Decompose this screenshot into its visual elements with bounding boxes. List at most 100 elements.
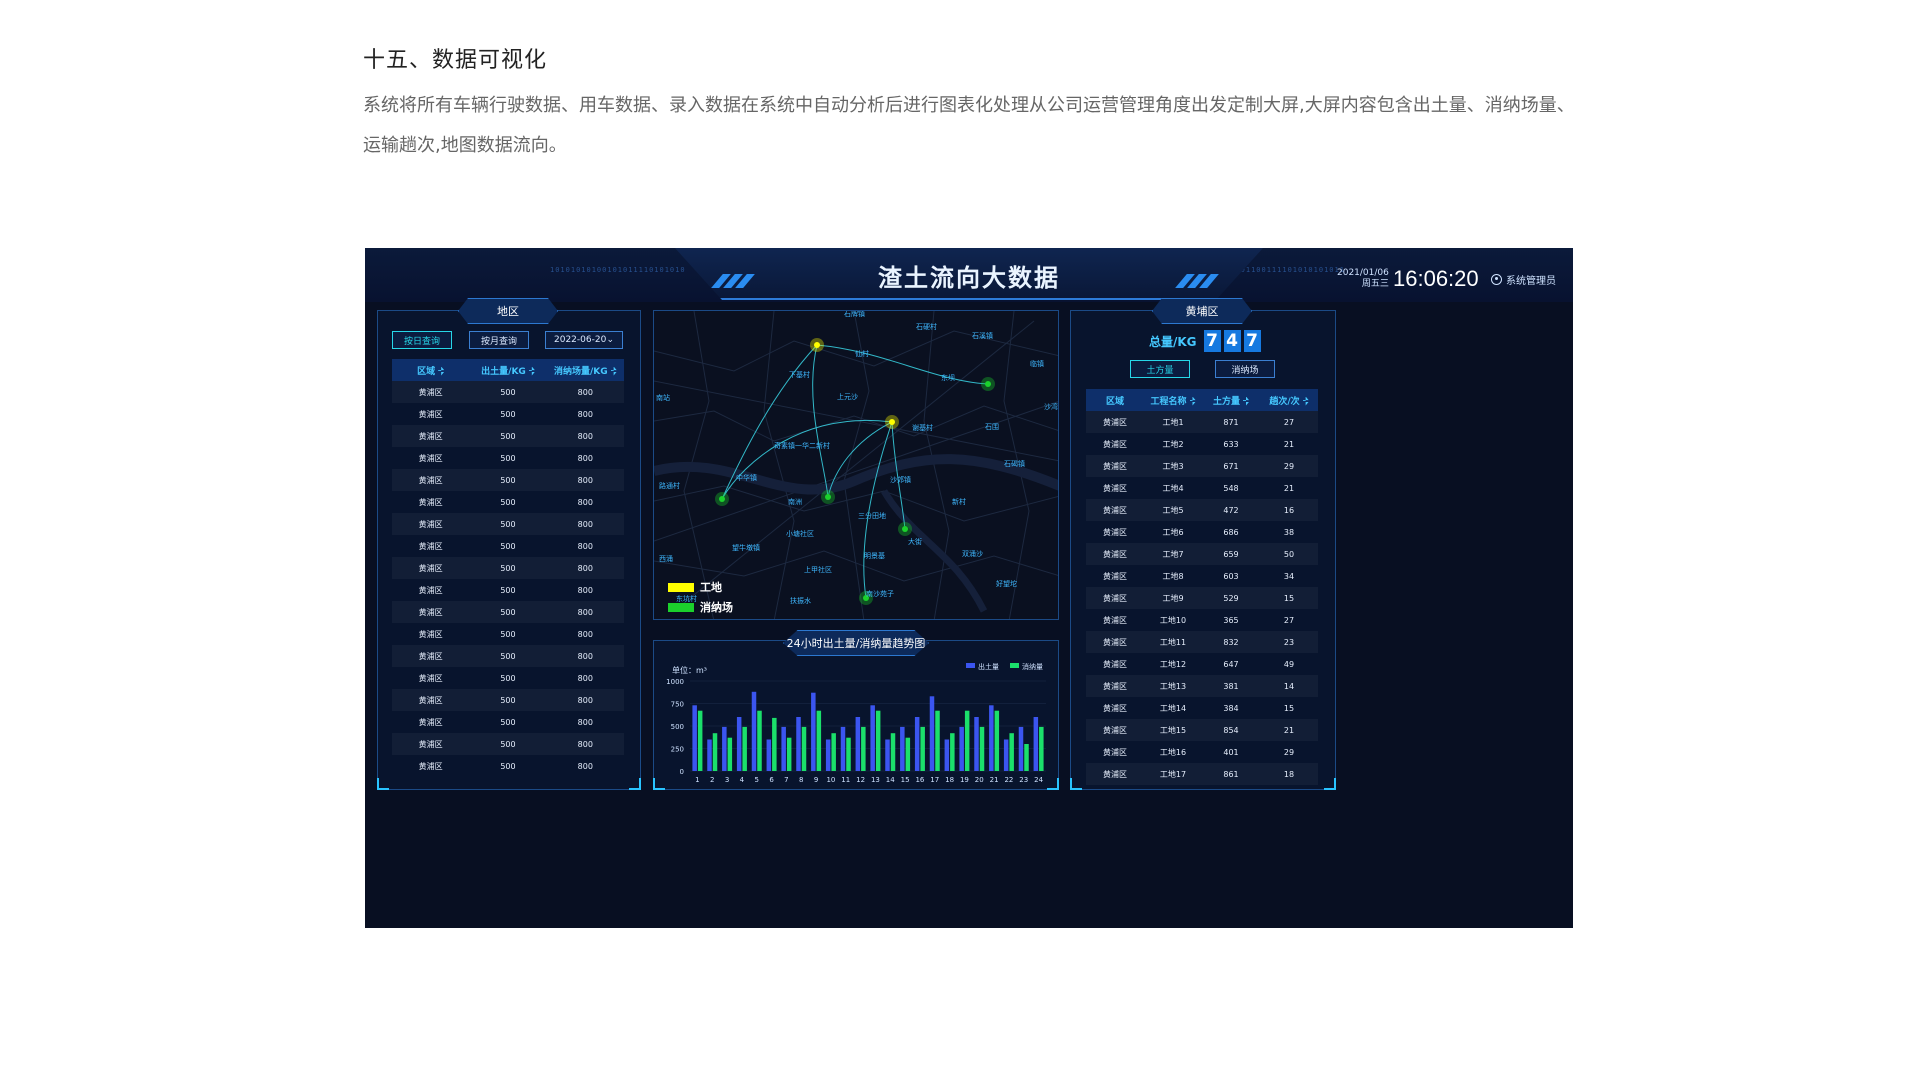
dump-marker[interactable] (719, 496, 725, 502)
total-digit: 7 (1203, 330, 1221, 352)
x-tick-label: 2 (710, 776, 714, 784)
table-row[interactable]: 黄浦区 工地9 529 15 (1086, 587, 1318, 609)
table-row[interactable]: 黄浦区 工地4 548 21 (1086, 477, 1318, 499)
table-row[interactable]: 黄浦区 500 800 (392, 513, 624, 535)
flow-map[interactable]: 石牌镇石硬村石溪镇仙村下基村上元沙 东坝 临镇南站沙湾镇谢基村 石围奇素镇一华二新村石… (653, 310, 1059, 620)
disposal-bar (994, 710, 1000, 771)
table-cell: 800 (577, 585, 593, 595)
x-tick-label: 24 (1034, 776, 1043, 784)
site-marker[interactable] (814, 342, 820, 348)
table-row[interactable]: 黄浦区 工地11 832 23 (1086, 631, 1318, 653)
table-row[interactable]: 黄浦区 500 800 (392, 557, 624, 579)
trend-chart[interactable]: 单位：m³025050075010001 2 3 4 5 6 7 8 9 10 11 12 13 14 15… (654, 641, 1060, 791)
table-cell: 18 (1283, 769, 1295, 779)
project-column-header[interactable]: 土方量 (1202, 394, 1260, 407)
table-row[interactable]: 黄浦区 500 800 (392, 601, 624, 623)
table-row[interactable]: 黄浦区 工地1 871 27 (1086, 411, 1318, 433)
table-row[interactable]: 黄浦区 500 800 (392, 623, 624, 645)
table-cell: 871 (1223, 417, 1239, 427)
excavation-bar (751, 691, 757, 771)
table-row[interactable]: 黄浦区 500 800 (392, 733, 624, 755)
table-row[interactable]: 黄浦区 500 800 (392, 447, 624, 469)
site-marker[interactable] (889, 419, 895, 425)
date-picker[interactable]: 2022-06-20 ⌄ (545, 331, 623, 349)
table-row[interactable]: 黄浦区 500 800 (392, 381, 624, 403)
table-cell: 黄浦区 (418, 475, 443, 485)
sort-icon[interactable] (528, 366, 535, 376)
table-row[interactable]: 黄浦区 500 800 (392, 469, 624, 491)
table-row[interactable]: 黄浦区 工地8 603 34 (1086, 565, 1318, 587)
sort-icon[interactable] (1302, 396, 1309, 406)
legend-swatch (966, 663, 975, 668)
sort-icon[interactable] (610, 366, 617, 376)
place-label: 小塘社区 (786, 530, 814, 538)
table-row[interactable]: 黄浦区 工地3 671 29 (1086, 455, 1318, 477)
dump-marker[interactable] (902, 526, 908, 532)
sort-icon[interactable] (1189, 396, 1196, 406)
table-cell: 800 (577, 607, 593, 617)
disposal-bar (1009, 733, 1014, 771)
query-by-month-button[interactable]: 按月查询 (469, 331, 529, 349)
table-row[interactable]: 黄浦区 500 800 (392, 403, 624, 425)
user-menu[interactable]: 系统管理员 (1491, 272, 1556, 287)
x-tick-label: 15 (901, 776, 910, 784)
table-cell: 黄浦区 (418, 695, 443, 705)
table-row[interactable]: 黄浦区 工地5 472 16 (1086, 499, 1318, 521)
table-row[interactable]: 黄浦区 工地16 401 29 (1086, 741, 1318, 763)
query-by-day-button[interactable]: 按日查询 (392, 331, 452, 349)
sort-icon[interactable] (1243, 396, 1249, 406)
table-cell: 686 (1223, 527, 1239, 537)
x-tick-label: 11 (841, 776, 850, 784)
project-column-header[interactable]: 趟次/次 (1260, 394, 1318, 407)
dump-site-button[interactable]: 消纳场 (1215, 360, 1275, 378)
table-row[interactable]: 黄浦区 工地17 861 18 (1086, 763, 1318, 785)
column-header-label: 趟次/次 (1269, 396, 1300, 407)
table-cell: 27 (1283, 417, 1295, 427)
place-label: 南沙苑子 (866, 590, 894, 598)
table-cell: 548 (1223, 483, 1239, 493)
table-row[interactable]: 黄浦区 工地14 384 15 (1086, 697, 1318, 719)
table-row[interactable]: 黄浦区 500 800 (392, 645, 624, 667)
table-row[interactable]: 黄浦区 工地13 381 14 (1086, 675, 1318, 697)
legend-label: 出土量 (978, 662, 999, 671)
table-cell: 14 (1283, 681, 1295, 691)
table-cell: 854 (1223, 725, 1239, 735)
table-row[interactable]: 黄浦区 工地6 686 38 (1086, 521, 1318, 543)
table-row[interactable]: 黄浦区 500 800 (392, 755, 624, 777)
earth-volume-button[interactable]: 土方量 (1130, 360, 1190, 378)
table-row[interactable]: 黄浦区 工地15 854 21 (1086, 719, 1318, 741)
table-row[interactable]: 黄浦区 500 800 (392, 491, 624, 513)
table-row[interactable]: 黄浦区 500 800 (392, 667, 624, 689)
table-cell: 黄浦区 (1103, 505, 1127, 515)
x-tick-label: 18 (945, 776, 954, 784)
table-cell: 黄浦区 (418, 651, 443, 661)
table-cell: 34 (1283, 571, 1295, 581)
column-header-label: 区域 (417, 366, 436, 377)
project-column-header[interactable]: 工程名称 (1144, 394, 1202, 407)
region-column-header[interactable]: 区域 (392, 364, 469, 377)
table-cell: 工地1 (1162, 417, 1184, 427)
table-row[interactable]: 黄浦区 工地7 659 50 (1086, 543, 1318, 565)
table-row[interactable]: 黄浦区 500 800 (392, 425, 624, 447)
table-row[interactable]: 黄浦区 500 800 (392, 711, 624, 733)
unit-label: 单位：m³ (672, 665, 707, 675)
table-row[interactable]: 黄浦区 工地12 647 49 (1086, 653, 1318, 675)
table-cell: 401 (1223, 747, 1239, 757)
sort-icon[interactable] (438, 366, 445, 376)
table-cell: 800 (577, 563, 593, 573)
dump-marker[interactable] (825, 494, 831, 500)
table-cell: 500 (500, 563, 516, 573)
table-row[interactable]: 黄浦区 500 800 (392, 535, 624, 557)
disposal-bar (816, 710, 822, 771)
disposal-bar (757, 710, 762, 771)
region-column-header[interactable]: 消纳场量/KG (547, 364, 624, 377)
table-cell: 工地8 (1162, 571, 1184, 581)
table-cell: 381 (1223, 681, 1239, 691)
table-row[interactable]: 黄浦区 工地10 365 27 (1086, 609, 1318, 631)
dump-marker[interactable] (985, 381, 991, 387)
table-row[interactable]: 黄浦区 500 800 (392, 689, 624, 711)
project-column-header[interactable]: 区域 (1086, 394, 1144, 407)
table-row[interactable]: 黄浦区 工地2 633 21 (1086, 433, 1318, 455)
region-column-header[interactable]: 出土量/KG (469, 364, 546, 377)
table-row[interactable]: 黄浦区 500 800 (392, 579, 624, 601)
